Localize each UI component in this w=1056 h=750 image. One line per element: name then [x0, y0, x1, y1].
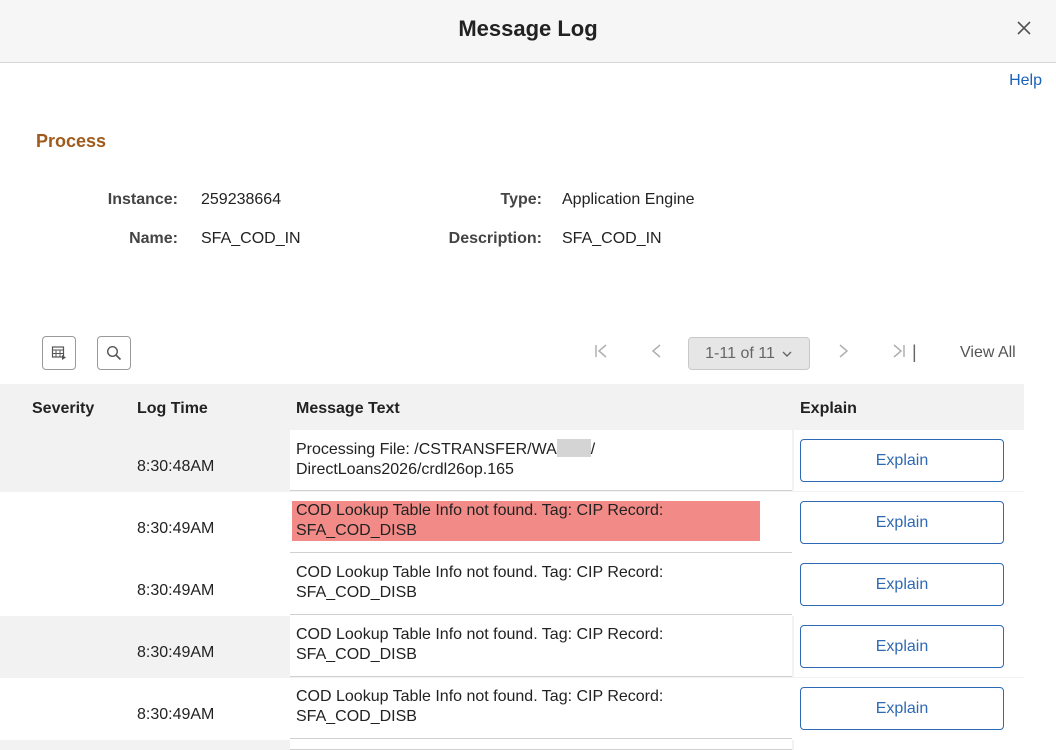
table-row: 8:30:49AM COD Lookup Table Info not foun…: [0, 492, 1024, 554]
table-row: 8:30:48AM Processing File: /CSTRANSFER/W…: [0, 430, 1024, 492]
table-row: 8:30:49AM COD Lookup Table Info not foun…: [0, 616, 1024, 678]
explain-cell: Explain: [794, 678, 1024, 739]
col-explain[interactable]: Explain: [800, 400, 857, 418]
process-section-title: Process: [36, 131, 107, 151]
message-line: SFA_COD_DISB: [296, 584, 417, 601]
name-value: SFA_COD_IN: [201, 230, 301, 247]
personalize-grid-button[interactable]: [42, 336, 76, 370]
instance-value: 259238664: [201, 191, 282, 208]
explain-button[interactable]: Explain: [800, 687, 1004, 730]
pager-separator: |: [912, 342, 917, 362]
search-grid-button[interactable]: [97, 336, 131, 370]
col-message-text[interactable]: Message Text: [296, 400, 400, 418]
next-page-icon[interactable]: [838, 343, 850, 364]
message-line-suffix: /: [590, 441, 596, 458]
message-line: Processing File: /CSTRANSFER/WA: [296, 441, 557, 458]
dialog-title: Message Log: [458, 16, 598, 41]
message-cell: COD Lookup Table Info not found. Tag: CI…: [290, 678, 792, 739]
dialog-header: Message Log: [0, 0, 1056, 63]
description-label: Description:: [448, 230, 542, 247]
message-line: DirectLoans2026/crdl26op.165: [296, 461, 514, 478]
log-time: 8:30:49AM: [137, 706, 215, 723]
view-all-link[interactable]: View All: [960, 344, 1016, 362]
message-line: COD Lookup Table Info not found. Tag: CI…: [296, 564, 664, 581]
message-text: COD Lookup Table Info not found. Tag: CI…: [296, 625, 766, 665]
message-cell: COD Lookup Table Info not found. Tag: CI…: [290, 616, 792, 677]
explain-cell: Explain: [794, 554, 1024, 615]
table-row: 8:30:49AM COD Lookup Table Info not foun…: [0, 554, 1024, 616]
message-cell: [290, 740, 792, 750]
close-icon-glyph: [1017, 21, 1031, 35]
chevron-down-icon: [782, 351, 792, 357]
grid-header: Severity Log Time Message Text Explain: [0, 384, 1024, 431]
message-line: COD Lookup Table Info not found. Tag: CI…: [296, 502, 664, 519]
explain-cell: [794, 740, 1024, 750]
col-log-time[interactable]: Log Time: [137, 400, 208, 418]
explain-cell: Explain: [794, 430, 1024, 491]
table-row: 8:30:49AM COD Lookup Table Info not foun…: [0, 678, 1024, 740]
message-line: SFA_COD_DISB: [296, 522, 417, 539]
message-cell: COD Lookup Table Info not found. Tag: CI…: [290, 554, 792, 615]
explain-button[interactable]: Explain: [800, 563, 1004, 606]
message-text: COD Lookup Table Info not found. Tag: CI…: [296, 687, 766, 727]
description-value: SFA_COD_IN: [562, 230, 662, 247]
explain-cell: Explain: [794, 492, 1024, 553]
table-row-partial: [0, 740, 1024, 750]
message-line: COD Lookup Table Info not found. Tag: CI…: [296, 688, 664, 705]
message-text: COD Lookup Table Info not found. Tag: CI…: [296, 563, 766, 603]
message-cell: Processing File: /CSTRANSFER/WA / DirectLo…: [290, 430, 792, 491]
message-log-dialog: Message Log Help Process Instance: 25923…: [0, 0, 1056, 750]
log-time: 8:30:49AM: [137, 644, 215, 661]
message-line: SFA_COD_DISB: [296, 646, 417, 663]
message-line: SFA_COD_DISB: [296, 708, 417, 725]
close-icon[interactable]: [1010, 14, 1038, 42]
explain-button[interactable]: Explain: [800, 501, 1004, 544]
message-cell: COD Lookup Table Info not found. Tag: CI…: [290, 492, 792, 553]
log-time: 8:30:49AM: [137, 582, 215, 599]
last-page-icon[interactable]: [892, 343, 906, 364]
log-time: 8:30:49AM: [137, 520, 215, 537]
help-link[interactable]: Help: [1009, 72, 1042, 90]
page-range-text: 1-11 of 11: [705, 344, 775, 362]
type-label: Type:: [500, 191, 542, 208]
page-range-select[interactable]: 1-11 of 11: [688, 337, 810, 370]
explain-button[interactable]: Explain: [800, 439, 1004, 482]
explain-button[interactable]: Explain: [800, 625, 1004, 668]
type-value: Application Engine: [562, 191, 695, 208]
message-line: COD Lookup Table Info not found. Tag: CI…: [296, 626, 664, 643]
explain-cell: Explain: [794, 616, 1024, 677]
redacted-block: [556, 439, 591, 457]
name-label: Name:: [129, 230, 178, 247]
first-page-icon[interactable]: [594, 343, 608, 364]
instance-label: Instance:: [107, 191, 178, 208]
message-text-highlighted: COD Lookup Table Info not found. Tag: CI…: [292, 501, 760, 541]
log-time: 8:30:48AM: [137, 458, 215, 475]
message-text: Processing File: /CSTRANSFER/WA / DirectLo…: [296, 439, 766, 480]
grid-settings-icon: [51, 346, 66, 360]
prev-page-icon[interactable]: [650, 343, 662, 364]
search-icon: [106, 345, 122, 361]
col-severity[interactable]: Severity: [32, 400, 94, 418]
